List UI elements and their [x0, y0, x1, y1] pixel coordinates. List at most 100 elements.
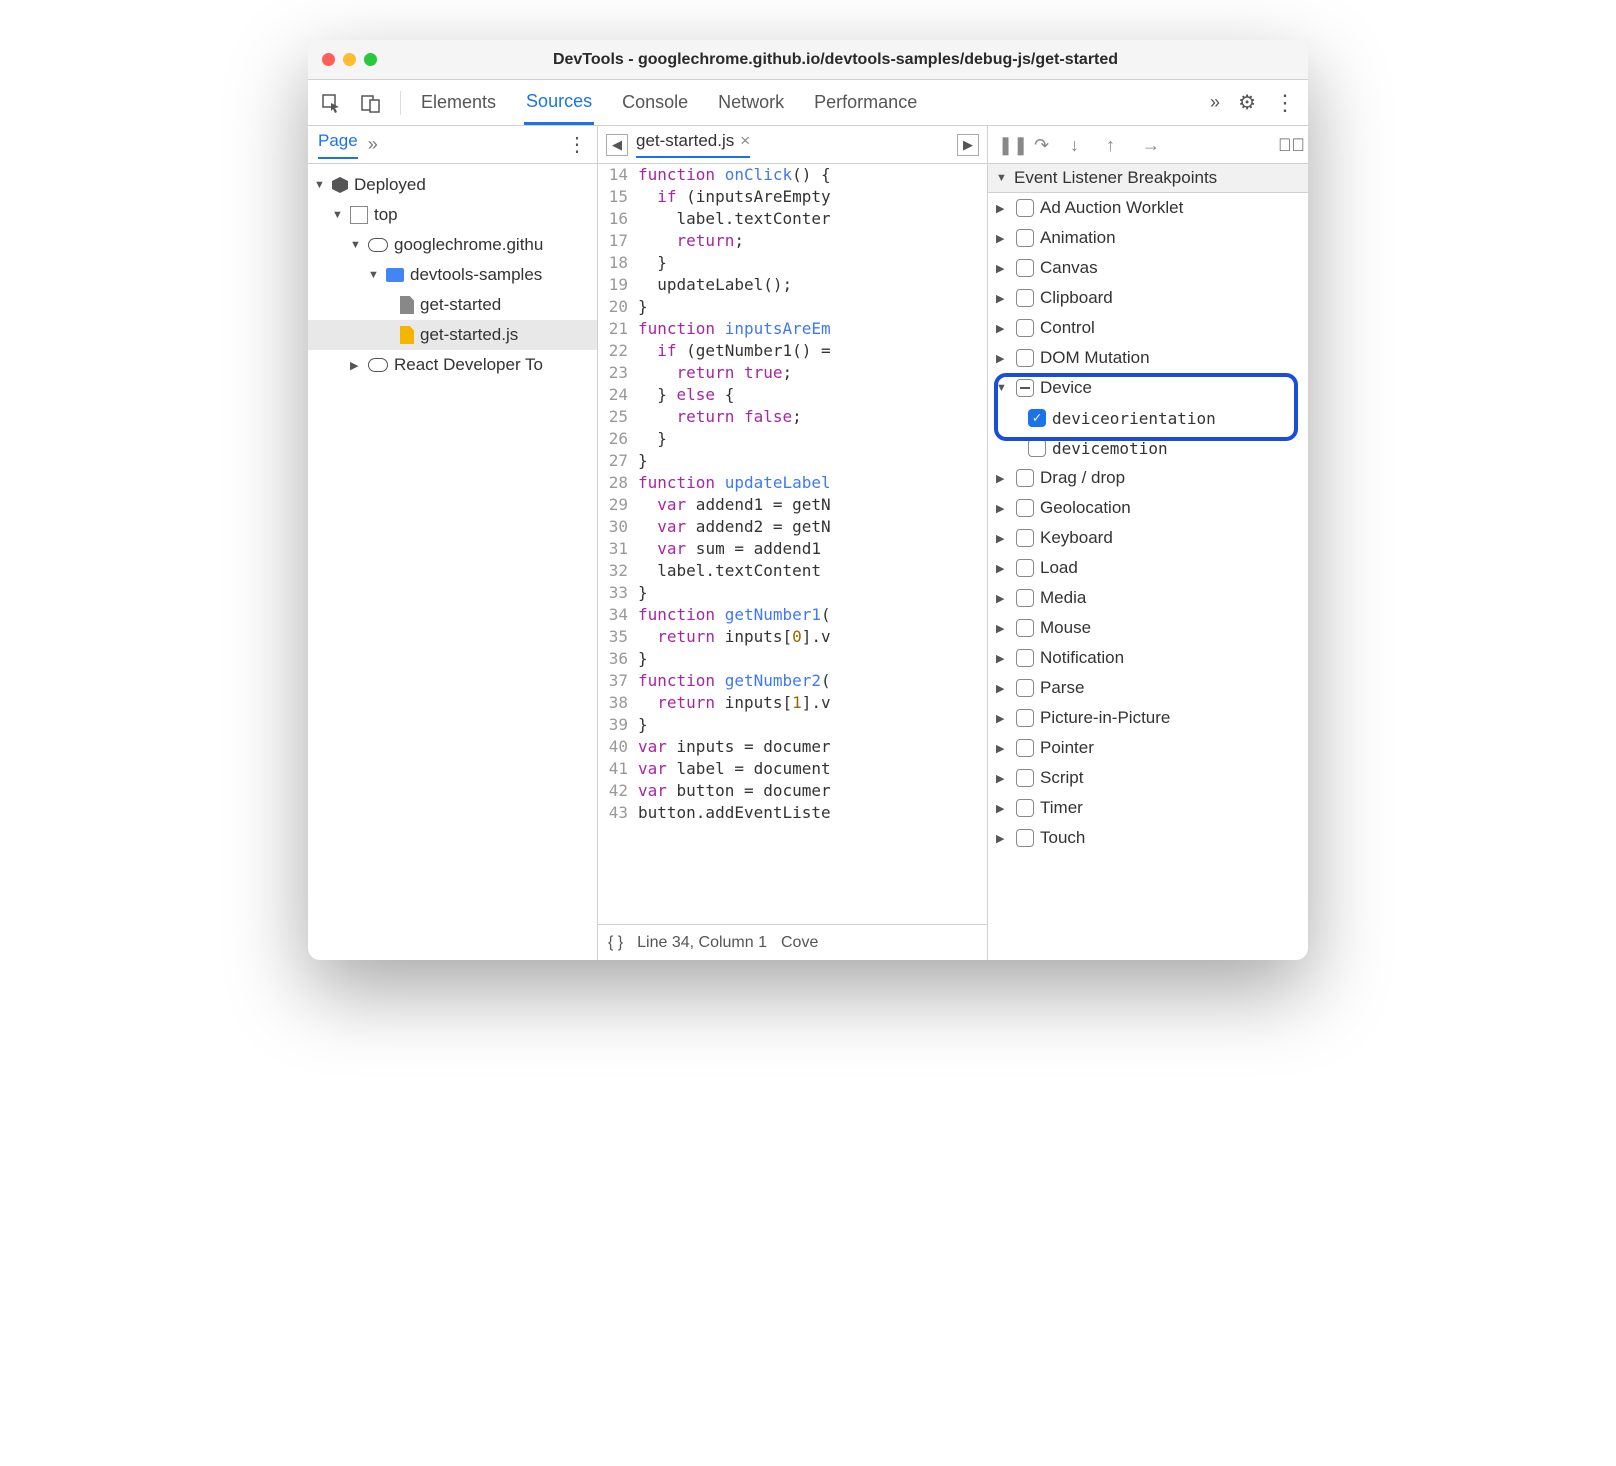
checkbox[interactable] [1016, 319, 1034, 337]
file-tab[interactable]: get-started.js × [636, 131, 750, 158]
tree-file-html[interactable]: get-started [308, 290, 597, 320]
step-into-icon[interactable]: ↓ [1070, 135, 1090, 155]
gutter-line[interactable]: 42 [598, 780, 638, 802]
tree-extension[interactable]: ▶React Developer To [308, 350, 597, 380]
kebab-menu-icon[interactable]: ⋮ [1274, 90, 1296, 116]
checkbox[interactable] [1016, 619, 1034, 637]
checkbox[interactable] [1016, 649, 1034, 667]
breakpoint-category[interactable]: ▶Touch [988, 823, 1308, 853]
gutter-line[interactable]: 31 [598, 538, 638, 560]
checkbox[interactable] [1016, 229, 1034, 247]
checkbox[interactable] [1016, 739, 1034, 757]
gutter-line[interactable]: 21 [598, 318, 638, 340]
breakpoint-category[interactable]: ▶Drag / drop [988, 463, 1308, 493]
tree-origin[interactable]: ▼googlechrome.githu [308, 230, 597, 260]
gutter-line[interactable]: 20 [598, 296, 638, 318]
gutter-line[interactable]: 16 [598, 208, 638, 230]
checkbox[interactable]: ✓ [1028, 409, 1046, 427]
gutter-line[interactable]: 29 [598, 494, 638, 516]
breakpoint-category[interactable]: ▶Notification [988, 643, 1308, 673]
sidebar-tab-page[interactable]: Page [318, 131, 358, 159]
step-icon[interactable]: → [1142, 135, 1162, 155]
checkbox[interactable] [1016, 799, 1034, 817]
gutter-line[interactable]: 26 [598, 428, 638, 450]
breakpoint-category[interactable]: ▶Clipboard [988, 283, 1308, 313]
tab-console[interactable]: Console [620, 82, 690, 123]
deactivate-breakpoints-icon[interactable]: ✎⃥ [1278, 135, 1298, 155]
checkbox[interactable] [1016, 589, 1034, 607]
gutter-line[interactable]: 27 [598, 450, 638, 472]
tree-folder[interactable]: ▼devtools-samples [308, 260, 597, 290]
gutter-line[interactable]: 17 [598, 230, 638, 252]
breakpoint-category[interactable]: ▶Picture-in-Picture [988, 703, 1308, 733]
inspect-icon[interactable] [320, 92, 342, 114]
breakpoint-category[interactable]: ▶Mouse [988, 613, 1308, 643]
checkbox[interactable] [1016, 529, 1034, 547]
checkbox[interactable] [1016, 769, 1034, 787]
gutter-line[interactable]: 24 [598, 384, 638, 406]
format-icon[interactable]: { } [608, 934, 623, 952]
tree-file-js[interactable]: get-started.js [308, 320, 597, 350]
breakpoint-category[interactable]: ▼Device [988, 373, 1308, 403]
maximize-window[interactable] [364, 53, 377, 66]
gutter-line[interactable]: 38 [598, 692, 638, 714]
breakpoint-category[interactable]: ▶DOM Mutation [988, 343, 1308, 373]
nav-back-icon[interactable]: ◀ [606, 134, 628, 156]
checkbox[interactable] [1016, 469, 1034, 487]
gutter-line[interactable]: 35 [598, 626, 638, 648]
breakpoint-category[interactable]: ▶Ad Auction Worklet [988, 193, 1308, 223]
checkbox[interactable] [1016, 379, 1034, 397]
gutter-line[interactable]: 14 [598, 164, 638, 186]
breakpoint-category[interactable]: ▶Geolocation [988, 493, 1308, 523]
breakpoint-category[interactable]: ▶Pointer [988, 733, 1308, 763]
checkbox[interactable] [1016, 499, 1034, 517]
tree-top[interactable]: ▼top [308, 200, 597, 230]
gutter-line[interactable]: 19 [598, 274, 638, 296]
gutter-line[interactable]: 15 [598, 186, 638, 208]
device-toggle-icon[interactable] [360, 92, 382, 114]
nav-fwd-icon[interactable]: ▶ [957, 134, 979, 156]
sidebar-more-icon[interactable]: » [368, 134, 378, 155]
close-tab-icon[interactable]: × [740, 131, 750, 151]
checkbox[interactable] [1016, 829, 1034, 847]
checkbox[interactable] [1028, 439, 1046, 457]
step-over-icon[interactable]: ↷ [1034, 135, 1054, 155]
breakpoint-category[interactable]: ▶Script [988, 763, 1308, 793]
checkbox[interactable] [1016, 289, 1034, 307]
gutter-line[interactable]: 30 [598, 516, 638, 538]
tab-performance[interactable]: Performance [812, 82, 919, 123]
breakpoint-category[interactable]: ▶Animation [988, 223, 1308, 253]
gutter-line[interactable]: 40 [598, 736, 638, 758]
gutter-line[interactable]: 28 [598, 472, 638, 494]
checkbox[interactable] [1016, 199, 1034, 217]
breakpoint-category[interactable]: ▶Load [988, 553, 1308, 583]
breakpoint-category[interactable]: ▶Keyboard [988, 523, 1308, 553]
breakpoint-category[interactable]: ▶Timer [988, 793, 1308, 823]
gutter-line[interactable]: 41 [598, 758, 638, 780]
tab-network[interactable]: Network [716, 82, 786, 123]
minimize-window[interactable] [343, 53, 356, 66]
gutter-line[interactable]: 22 [598, 340, 638, 362]
tree-deployed[interactable]: ▼Deployed [308, 170, 597, 200]
gutter-line[interactable]: 23 [598, 362, 638, 384]
code-area[interactable]: 14function onClick() {15 if (inputsAreEm… [598, 164, 987, 924]
breakpoints-section-header[interactable]: ▼ Event Listener Breakpoints [988, 164, 1308, 193]
checkbox[interactable] [1016, 259, 1034, 277]
more-tabs-icon[interactable]: » [1210, 92, 1220, 113]
gutter-line[interactable]: 25 [598, 406, 638, 428]
checkbox[interactable] [1016, 559, 1034, 577]
sidebar-kebab-icon[interactable]: ⋮ [567, 132, 587, 157]
gutter-line[interactable]: 33 [598, 582, 638, 604]
pause-icon[interactable]: ❚❚ [998, 135, 1018, 155]
gutter-line[interactable]: 18 [598, 252, 638, 274]
checkbox[interactable] [1016, 349, 1034, 367]
close-window[interactable] [322, 53, 335, 66]
gutter-line[interactable]: 32 [598, 560, 638, 582]
gutter-line[interactable]: 36 [598, 648, 638, 670]
breakpoint-category[interactable]: ▶Parse [988, 673, 1308, 703]
checkbox[interactable] [1016, 709, 1034, 727]
tab-sources[interactable]: Sources [524, 81, 594, 125]
settings-icon[interactable]: ⚙ [1238, 90, 1256, 115]
breakpoint-event[interactable]: ✓deviceorientation [988, 403, 1308, 433]
checkbox[interactable] [1016, 679, 1034, 697]
